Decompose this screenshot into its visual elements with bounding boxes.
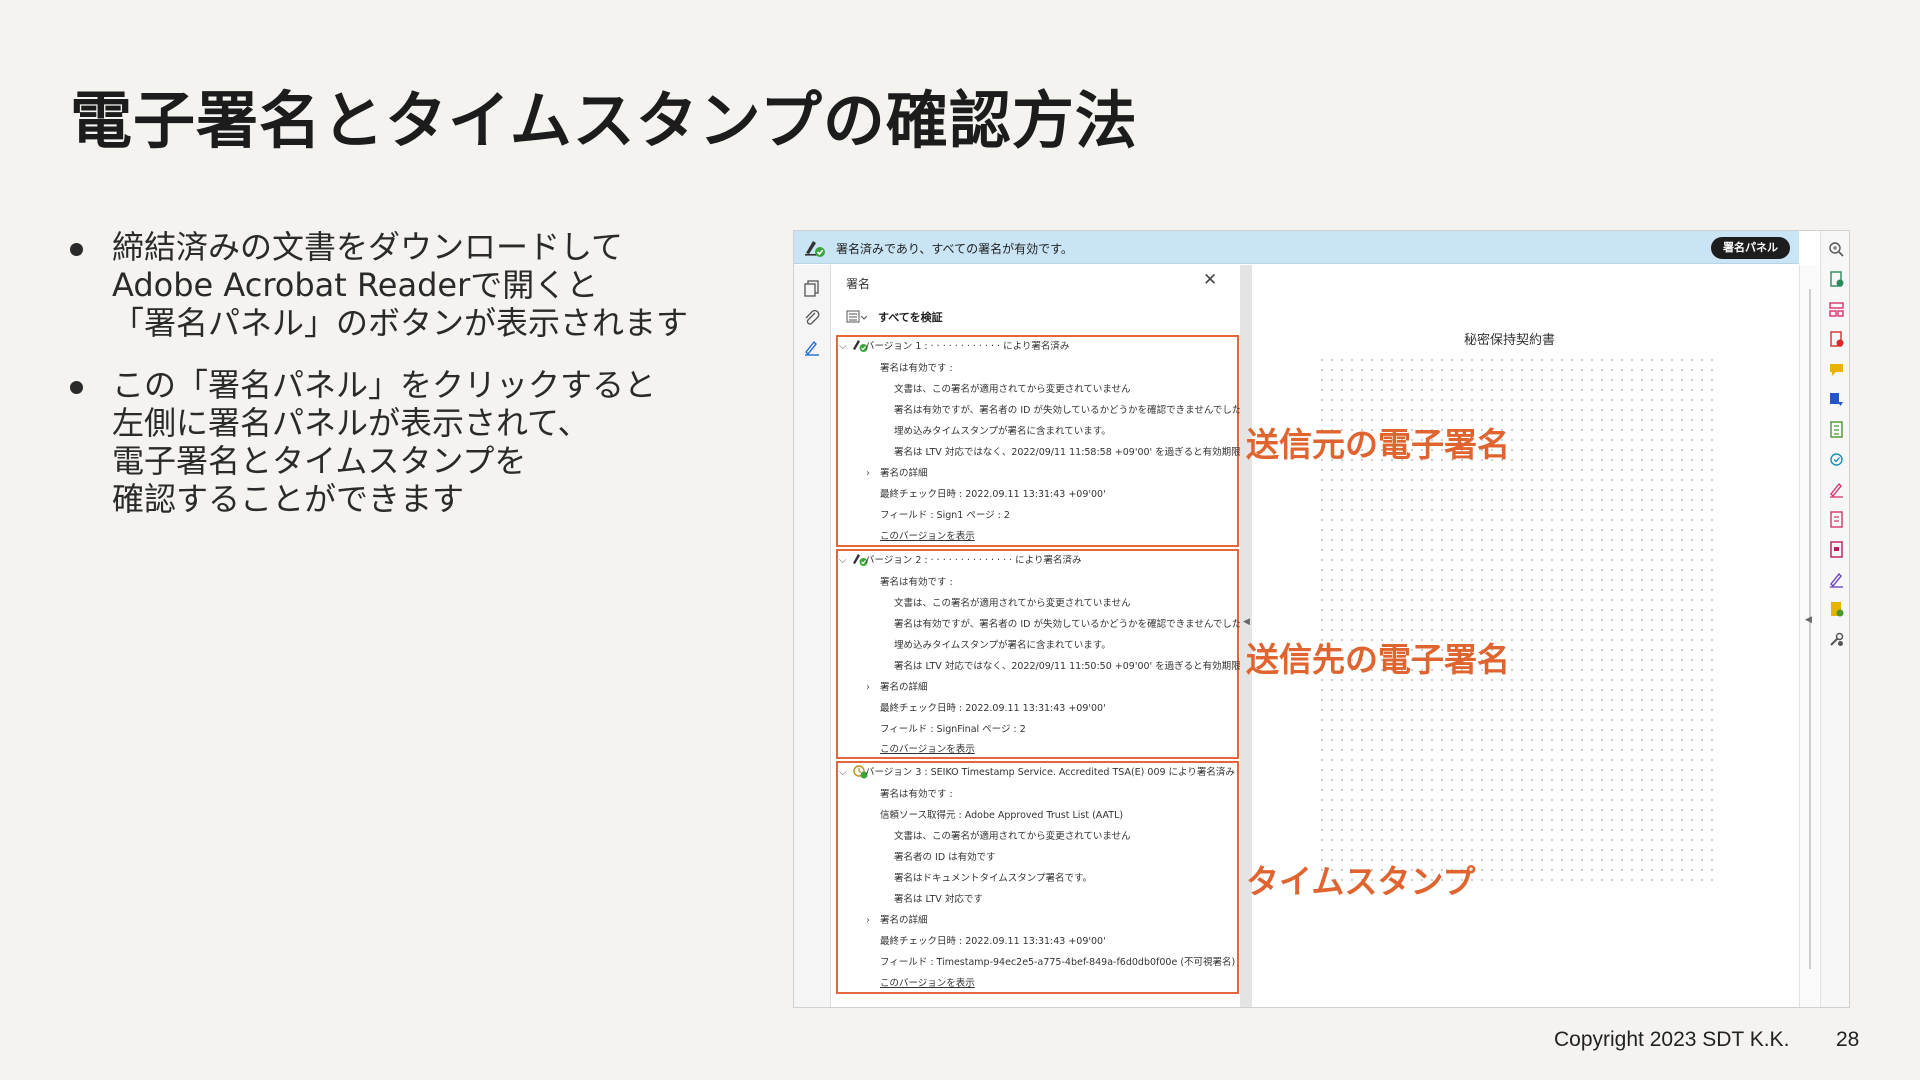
redact-icon[interactable] xyxy=(1828,541,1845,558)
bullet-line: 電子署名とタイムスタンプを xyxy=(112,442,527,480)
signature-status-message: 署名済みであり、すべての署名が有効です。 xyxy=(836,242,1073,256)
status-row: 信頼ソース取得元 : Adobe Approved Trust List (AA… xyxy=(880,810,1124,821)
document-scrollbar[interactable]: ◀ xyxy=(1799,265,1819,1007)
status-row: 署名は LTV 対応ではなく、2022/09/11 11:58:58 +09'0… xyxy=(894,447,1289,458)
protect-icon[interactable] xyxy=(1828,451,1845,468)
certificate-sign-icon[interactable] xyxy=(1828,571,1845,588)
bullet-line: 左側に署名パネルが表示されて、 xyxy=(112,404,590,442)
last-checked-row: 最終チェック日時 : 2022.09.11 13:31:43 +09'00' xyxy=(880,489,1106,500)
verify-all-button[interactable]: すべてを検証 xyxy=(878,309,943,325)
status-row: 文書は、この署名が適用されてから変更されていません xyxy=(894,831,1131,842)
signature-details-toggle[interactable]: 署名の詳細 xyxy=(880,915,928,926)
show-version-link[interactable]: このバージョンを表示 xyxy=(880,744,975,755)
bullet-line: 締結済みの文書をダウンロードして xyxy=(112,228,624,266)
zoom-icon[interactable] xyxy=(1828,241,1845,258)
signature-version-1: ⌵ バージョン 1 : · · · · · · · · · · · · により署… xyxy=(836,335,1288,547)
collapse-chevron-icon[interactable]: ⌵ xyxy=(839,555,847,566)
status-row: 埋め込みタイムスタンプが署名に含まれています。 xyxy=(894,640,1111,651)
signature-panel-button[interactable]: 署名パネル xyxy=(1711,237,1790,259)
panel-title: 署名 xyxy=(846,277,871,291)
field-row: フィールド : Sign1 ページ : 2 xyxy=(880,510,1010,521)
stamp-icon[interactable] xyxy=(1828,601,1845,618)
signature-panel: 署名 ✕ すべてを検証 ⌵ バージョン 1 : · · · · · · · · … xyxy=(832,265,1288,1007)
signature-valid-icon xyxy=(805,241,825,257)
expand-chevron-icon[interactable]: › xyxy=(866,915,870,926)
create-pdf-icon[interactable] xyxy=(1828,331,1845,348)
document-title: 秘密保持契約書 xyxy=(1464,333,1556,348)
copyright: Copyright 2023 SDT K.K. xyxy=(1554,1028,1790,1051)
callout-timestamp: タイムスタンプ xyxy=(1246,862,1476,901)
last-checked-row: 最終チェック日時 : 2022.09.11 13:31:43 +09'00' xyxy=(880,936,1106,947)
status-row: 署名は有効です : xyxy=(880,577,953,588)
status-row: 署名は有効ですが、署名者の ID が失効しているかどうかを確認できませんでした xyxy=(894,405,1242,416)
collapse-chevron-icon[interactable]: ⌵ xyxy=(839,341,847,352)
field-row: フィールド : Timestamp-94ec2e5-a775-4bef-849a… xyxy=(880,957,1236,968)
pages-icon[interactable] xyxy=(803,279,821,297)
bullet-item: この「署名パネル」をクリックすると 左側に署名パネルが表示されて、 電子署名とタ… xyxy=(70,366,730,518)
verify-all-row[interactable]: すべてを検証 xyxy=(846,308,943,326)
bullet-line: 確認することができます xyxy=(112,480,465,518)
compress-icon[interactable] xyxy=(1828,421,1845,438)
comment-icon[interactable] xyxy=(1828,361,1845,378)
left-tool-rail xyxy=(794,265,831,1007)
signature-details-toggle[interactable]: 署名の詳細 xyxy=(880,682,928,693)
signature-version-2: ⌵ バージョン 2 : · · · · · · · · · · · · · · … xyxy=(836,549,1288,759)
status-row: 署名は LTV 対応です xyxy=(894,894,983,905)
version-header[interactable]: バージョン 1 : · · · · · · · · · · · · により署名済… xyxy=(865,341,1069,352)
last-checked-row: 最終チェック日時 : 2022.09.11 13:31:43 +09'00' xyxy=(880,703,1106,714)
version-header[interactable]: バージョン 2 : · · · · · · · · · · · · · · によ… xyxy=(865,555,1081,566)
version-header[interactable]: バージョン 3 : SEIKO Timestamp Service. Accre… xyxy=(865,767,1235,778)
bullet-item: 締結済みの文書をダウンロードして Adobe Acrobat Readerで開く… xyxy=(70,228,730,342)
close-icon[interactable]: ✕ xyxy=(1203,272,1217,289)
bullet-line: この「署名パネル」をクリックすると xyxy=(112,366,657,404)
export-pdf-icon[interactable] xyxy=(1828,271,1845,288)
status-row: 署名は有効です : xyxy=(880,789,953,800)
status-row: 署名は有効です : xyxy=(880,363,953,374)
bullet-line: Adobe Acrobat Readerで開くと xyxy=(112,266,599,304)
status-row: 文書は、この署名が適用されてから変更されていません xyxy=(894,384,1131,395)
field-row: フィールド : SignFinal ページ : 2 xyxy=(880,724,1026,735)
collapse-panel-icon[interactable]: ◀ xyxy=(1243,617,1250,627)
status-row: 署名は有効ですが、署名者の ID が失効しているかどうかを確認できませんでした xyxy=(894,619,1242,630)
tools-icon[interactable] xyxy=(1828,631,1845,648)
show-version-link[interactable]: このバージョンを表示 xyxy=(880,978,975,989)
callout-sender-signature: 送信元の電子署名 xyxy=(1246,425,1510,464)
status-row: 署名は LTV 対応ではなく、2022/09/11 11:50:50 +09'0… xyxy=(894,661,1289,672)
signature-status-bar: 署名済みであり、すべての署名が有効です。 署名パネル xyxy=(794,231,1799,264)
status-row: 埋め込みタイムスタンプが署名に含まれています。 xyxy=(894,426,1111,437)
expand-chevron-icon[interactable]: › xyxy=(866,468,870,479)
signature-pen-icon[interactable] xyxy=(803,339,821,357)
options-list-icon[interactable] xyxy=(846,310,868,324)
scrollbar-track[interactable] xyxy=(1809,289,1811,969)
expand-chevron-icon[interactable]: › xyxy=(866,682,870,693)
show-version-link[interactable]: このバージョンを表示 xyxy=(880,531,975,542)
bullet-list: 締結済みの文書をダウンロードして Adobe Acrobat Readerで開く… xyxy=(70,228,730,542)
expand-tools-icon[interactable]: ◀ xyxy=(1805,615,1812,625)
signature-version-3: ⌵ バージョン 3 : SEIKO Timestamp Service. Acc… xyxy=(836,761,1239,994)
attachment-icon[interactable] xyxy=(803,309,821,327)
status-row: 署名者の ID は有効です xyxy=(894,852,996,863)
status-row: 署名はドキュメントタイムスタンプ署名です。 xyxy=(894,873,1093,884)
page-number: 28 xyxy=(1836,1028,1860,1051)
right-tool-rail xyxy=(1820,231,1849,1007)
fill-sign-icon[interactable] xyxy=(1828,481,1845,498)
bullet-dot xyxy=(70,381,83,394)
status-row: 文書は、この署名が適用されてから変更されていません xyxy=(894,598,1131,609)
callout-recipient-signature: 送信先の電子署名 xyxy=(1246,640,1510,679)
convert-icon[interactable] xyxy=(1828,391,1845,408)
slide-title: 電子署名とタイムスタンプの確認方法 xyxy=(70,84,1138,157)
edit-pdf-icon[interactable] xyxy=(1828,511,1845,528)
bullet-line: 「署名パネル」のボタンが表示されます xyxy=(112,304,689,342)
collapse-chevron-icon[interactable]: ⌵ xyxy=(839,767,847,778)
bullet-dot xyxy=(70,243,83,256)
organize-pages-icon[interactable] xyxy=(1828,301,1845,318)
signature-details-toggle[interactable]: 署名の詳細 xyxy=(880,468,928,479)
